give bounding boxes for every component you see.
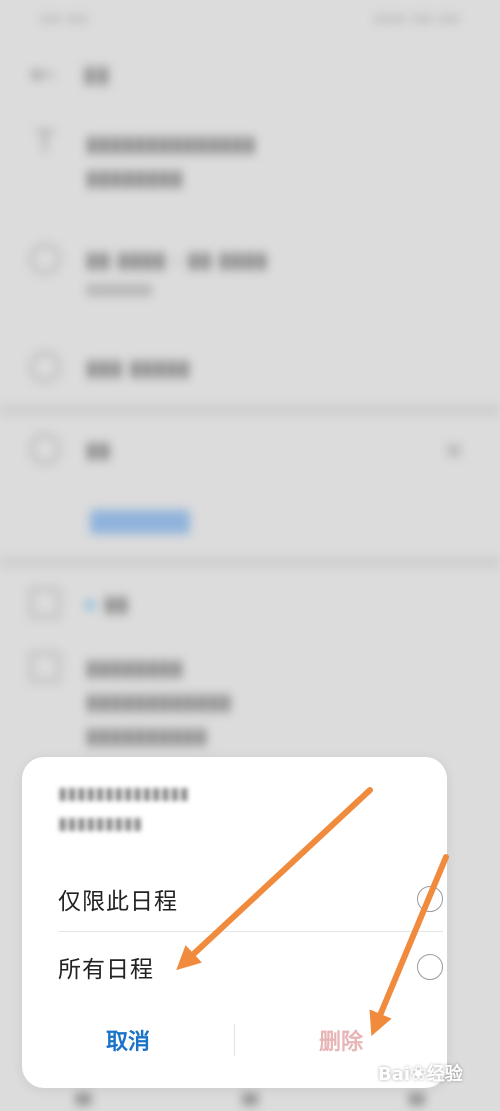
status-right-blur: ▪▪▪ ▪▪ ▪▪ [373, 7, 460, 27]
nav-item-blur: ▮▮ [241, 1089, 259, 1107]
app-header: ← ▮▮ [30, 52, 110, 96]
status-left-blur: ▪▪ ▪▪ [40, 7, 89, 27]
note-icon [30, 652, 60, 682]
section-divider [0, 404, 500, 416]
calendar-text-blur: ▮▮ [86, 588, 128, 622]
back-arrow-icon: ← [30, 56, 56, 92]
close-icon: × [443, 436, 464, 464]
header-title-blur: ▮▮ [83, 60, 110, 88]
time-text-blur: ▮▮ ▮▮▮▮ - ▮▮ ▮▮▮▮ ▮▮▮▮▮▮▮▮ [86, 248, 268, 298]
calendar-row: ▮▮ [30, 588, 470, 622]
reminder-row: ▮▮ [30, 434, 470, 468]
option-this-event[interactable]: 仅限此日程 [58, 869, 443, 929]
nav-item-blur: ▮▮ [408, 1089, 425, 1107]
dialog-actions: 取消 删除 [22, 1015, 447, 1065]
reminder-text-blur: ▮▮ [86, 438, 111, 463]
repeat-row: ▮▮▮ ▮▮▮▮▮ [30, 352, 470, 386]
bell-icon [30, 434, 60, 464]
cancel-button[interactable]: 取消 [22, 1018, 234, 1062]
delete-button[interactable]: 删除 [235, 1018, 447, 1062]
notes-row: ▮▮▮▮▮▮▮▮ ▮▮▮▮▮▮▮▮▮▮▮▮ ▮▮▮▮▮▮▮▮▮▮ [30, 652, 470, 754]
screen: ▪▪ ▪▪ ▪▪▪ ▪▪ ▪▪ ← ▮▮ T ▮▮▮▮▮▮▮▮▮▮▮▮▮▮ ▮▮▮… [0, 0, 500, 1111]
option-divider [58, 931, 443, 932]
dialog-message-blur: ▮▮▮▮▮▮▮▮▮▮▮▮▮▮ ▮▮▮▮▮▮▮▮▮ [58, 784, 189, 834]
radio-button[interactable] [417, 954, 443, 980]
text-icon: T [35, 125, 55, 160]
option-label: 所有日程 [58, 957, 154, 983]
repeat-text-blur: ▮▮▮ ▮▮▮▮▮ [86, 356, 190, 381]
nav-item-blur: ▮▮ [75, 1089, 92, 1107]
add-reminder-link-blur [90, 510, 190, 534]
clock-icon [30, 244, 60, 274]
radio-button[interactable] [417, 886, 443, 912]
status-bar: ▪▪ ▪▪ ▪▪▪ ▪▪ ▪▪ [0, 0, 500, 34]
section-divider [0, 556, 500, 568]
option-all-events[interactable]: 所有日程 [58, 937, 443, 997]
delete-dialog: ▮▮▮▮▮▮▮▮▮▮▮▮▮▮ ▮▮▮▮▮▮▮▮▮ 仅限此日程 所有日程 取消 删除 [22, 757, 447, 1088]
option-label: 仅限此日程 [58, 889, 178, 915]
title-row: T ▮▮▮▮▮▮▮▮▮▮▮▮▮▮ ▮▮▮▮▮▮▮▮ [30, 128, 470, 196]
notes-text-blur: ▮▮▮▮▮▮▮▮ ▮▮▮▮▮▮▮▮▮▮▮▮ ▮▮▮▮▮▮▮▮▮▮ [86, 656, 232, 749]
baidu-watermark-logo: Bai❀经验 [378, 1061, 463, 1085]
calendar-icon [30, 588, 60, 618]
title-text-blur: ▮▮▮▮▮▮▮▮▮▮▮▮▮▮ ▮▮▮▮▮▮▮▮ [86, 132, 256, 191]
repeat-icon [30, 352, 60, 382]
time-row: ▮▮ ▮▮▮▮ - ▮▮ ▮▮▮▮ ▮▮▮▮▮▮▮▮ [30, 244, 470, 300]
